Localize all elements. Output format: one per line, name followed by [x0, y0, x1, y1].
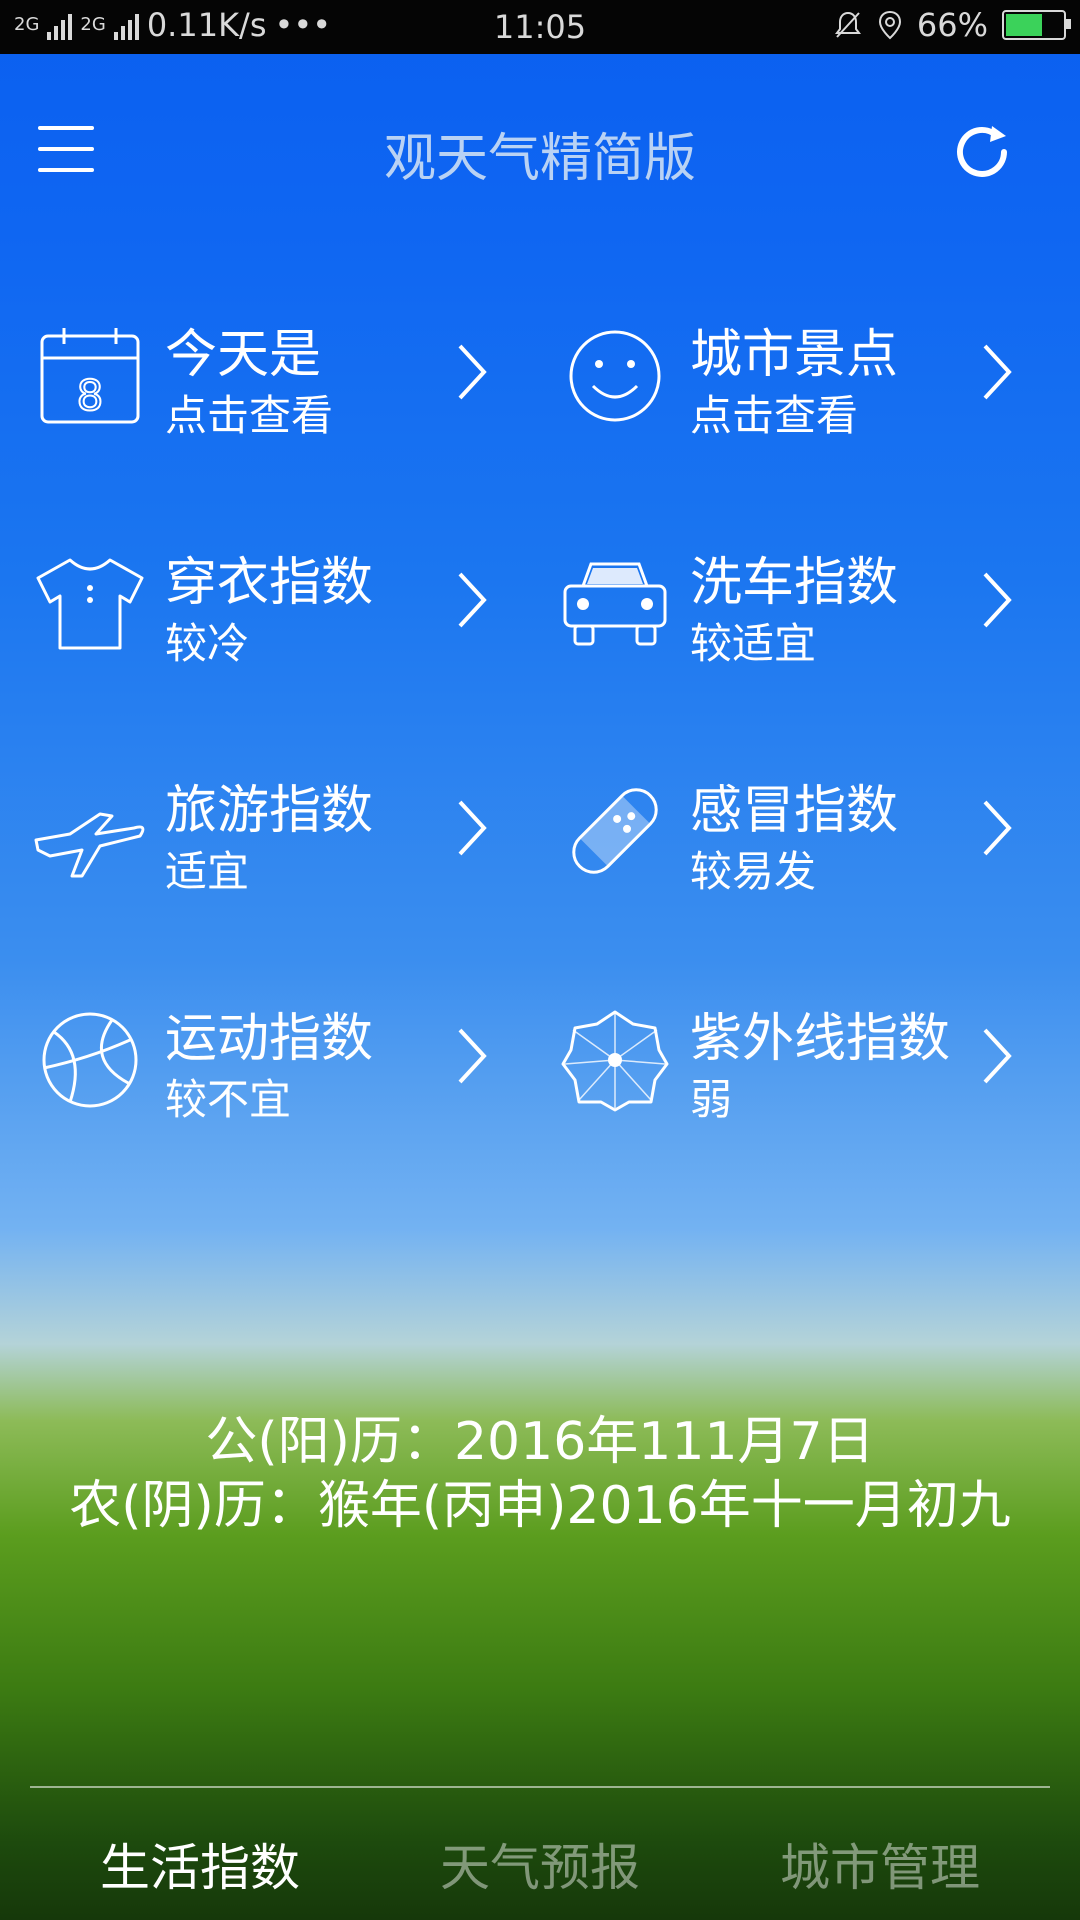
index-title: 感冒指数	[690, 781, 899, 841]
index-title: 洗车指数	[690, 553, 899, 613]
index-card-scenic[interactable]: 城市景点 点击查看	[525, 290, 1065, 490]
umbrella-icon	[561, 1010, 669, 1112]
index-value: 点击查看	[165, 391, 334, 440]
index-value: 点击查看	[690, 391, 859, 440]
app-header: 观天气精简版	[0, 54, 1080, 244]
index-title: 穿衣指数	[165, 553, 374, 613]
smiley-icon	[569, 330, 661, 422]
app-title: 观天气精简版	[383, 129, 696, 189]
airplane-icon	[34, 812, 145, 878]
bell-muted-icon	[834, 11, 861, 38]
svg-text:8: 8	[77, 371, 104, 420]
index-card-sport[interactable]: 运动指数 较不宜	[0, 974, 540, 1174]
chevron-right-icon	[458, 572, 487, 628]
basketball-icon	[42, 1012, 138, 1108]
solar-date: 公(阳)历：2016年111月7日	[205, 1412, 875, 1472]
index-value: 较冷	[165, 619, 250, 668]
tab-weather-forecast[interactable]: 天气预报	[370, 1828, 710, 1900]
chevron-right-icon	[458, 344, 487, 400]
battery-percent: 66%	[916, 6, 988, 44]
index-value: 适宜	[165, 847, 250, 896]
index-card-today[interactable]: 8 今天是 点击查看	[0, 290, 540, 490]
bandage-icon	[572, 788, 658, 874]
index-card-uv[interactable]: 紫外线指数 弱	[525, 974, 1065, 1174]
calendar-dates: 公(阳)历：2016年111月7日 农(阴)历：猴年(丙申)2016年十一月初九	[0, 1410, 1080, 1538]
index-card-travel[interactable]: 旅游指数 适宜	[0, 746, 540, 946]
index-card-cold[interactable]: 感冒指数 较易发	[525, 746, 1065, 946]
car-icon	[563, 562, 667, 646]
tab-city-management[interactable]: 城市管理	[710, 1828, 1050, 1900]
status-right: 66%	[833, 6, 1071, 44]
location-icon	[878, 10, 901, 40]
chevron-right-icon	[458, 800, 487, 856]
index-title: 今天是	[165, 325, 322, 385]
chevron-right-icon	[458, 1028, 487, 1084]
index-title: 城市景点	[690, 325, 899, 385]
chevron-right-icon	[983, 572, 1012, 628]
status-bar: 2G 2G 0.11K/s ••• 11:05 66%	[0, 0, 1080, 54]
tshirt-icon	[36, 558, 144, 650]
battery-icon	[1002, 10, 1071, 40]
index-title: 紫外线指数	[690, 1009, 951, 1069]
lunar-date: 农(阴)历：猴年(丙申)2016年十一月初九	[69, 1476, 1011, 1536]
chevron-right-icon	[983, 800, 1012, 856]
chevron-right-icon	[983, 1028, 1012, 1084]
index-value: 较适宜	[690, 619, 817, 668]
index-value: 较易发	[690, 847, 817, 896]
battery-fill	[1006, 14, 1042, 36]
bottom-tab-bar: 生活指数 天气预报 城市管理	[0, 1788, 1080, 1920]
index-card-clothing[interactable]: 穿衣指数 较冷	[0, 518, 540, 718]
chevron-right-icon	[983, 344, 1012, 400]
tab-life-index[interactable]: 生活指数	[30, 1828, 370, 1900]
index-value: 弱	[690, 1075, 733, 1124]
calendar-icon: 8	[40, 328, 140, 424]
refresh-icon[interactable]	[946, 116, 1018, 188]
index-card-carwash[interactable]: 洗车指数 较适宜	[525, 518, 1065, 718]
index-value: 较不宜	[165, 1075, 292, 1124]
index-title: 运动指数	[165, 1009, 374, 1069]
index-title: 旅游指数	[165, 781, 374, 841]
